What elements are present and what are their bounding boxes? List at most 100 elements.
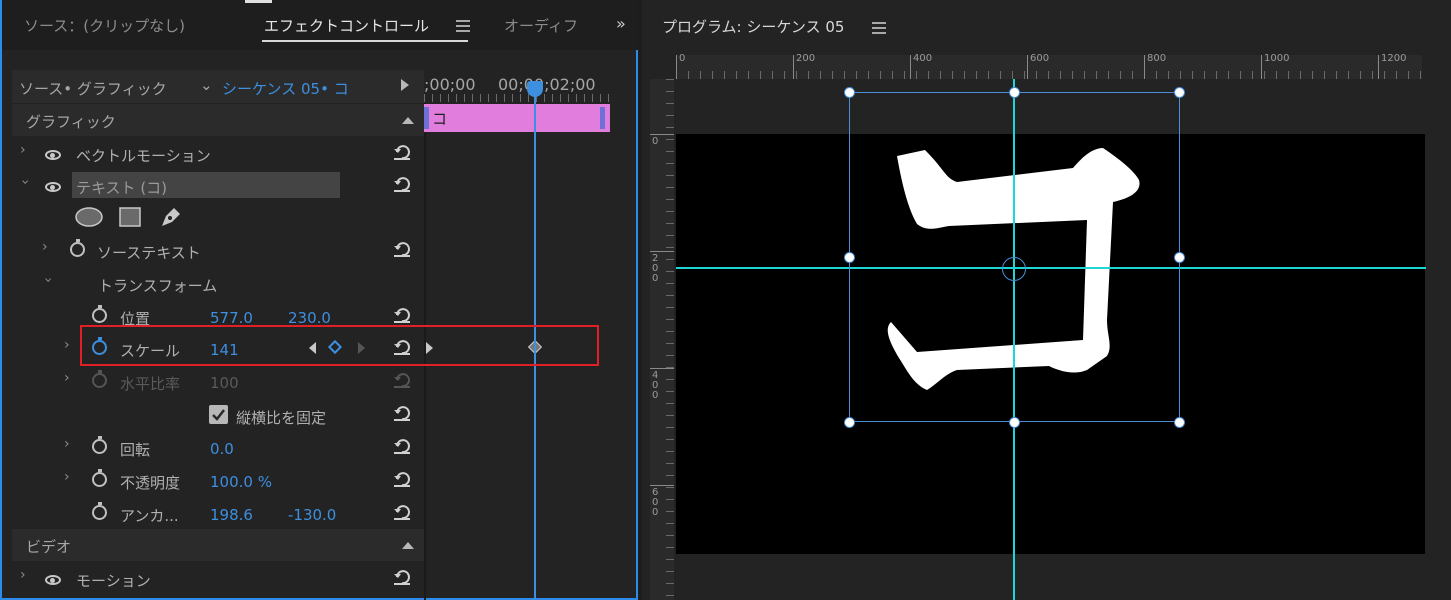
expand-chevron-icon[interactable]: › xyxy=(64,370,70,386)
panel-menu-icon[interactable] xyxy=(872,22,886,34)
section-video[interactable]: ビデオ xyxy=(12,529,424,561)
program-monitor-title[interactable]: プログラム: シーケンス 05 xyxy=(662,16,844,37)
anchor-x-value[interactable]: 198.6 xyxy=(210,506,253,524)
h-scale-value: 100 xyxy=(210,374,239,392)
resize-handle-bl[interactable] xyxy=(844,417,855,428)
chevron-down-icon[interactable]: ⌄ xyxy=(200,76,213,94)
reset-icon[interactable] xyxy=(392,305,412,325)
expand-chevron-icon[interactable]: › xyxy=(20,142,26,158)
expand-chevron-icon[interactable]: › xyxy=(64,337,70,353)
reset-icon xyxy=(394,373,410,388)
anchor-y-value[interactable]: -130.0 xyxy=(288,506,336,524)
reset-icon[interactable] xyxy=(392,469,412,489)
layer-name: テキスト (コ) xyxy=(76,179,168,197)
property-group-label: トランスフォーム xyxy=(98,277,218,295)
tab-audio[interactable]: オーディフ xyxy=(504,15,578,36)
rectangle-icon[interactable] xyxy=(118,206,142,228)
playhead-handle[interactable] xyxy=(527,81,543,97)
resize-handle-t[interactable] xyxy=(1009,87,1020,98)
clip-out-handle[interactable] xyxy=(600,107,605,129)
layer-row-text: › テキスト (コ) xyxy=(12,169,424,201)
stopwatch-icon xyxy=(92,370,107,388)
reset-icon[interactable] xyxy=(392,239,412,259)
eye-icon[interactable] xyxy=(45,182,61,192)
expand-chevron-icon[interactable]: › xyxy=(64,469,70,485)
collapse-caret-icon[interactable] xyxy=(402,117,414,124)
graphic-clip-bar[interactable]: コ xyxy=(424,104,610,132)
property-row-opacity: › 不透明度 100.0 % xyxy=(12,464,424,496)
expand-chevron-icon[interactable]: › xyxy=(20,567,26,583)
stopwatch-icon[interactable] xyxy=(92,436,107,454)
timeline-ticks xyxy=(424,94,612,102)
reset-icon[interactable] xyxy=(392,174,412,194)
expanded-chevron-icon[interactable]: › xyxy=(40,277,56,283)
ruler-label: 400 xyxy=(913,53,933,64)
resize-handle-l[interactable] xyxy=(844,252,855,263)
checkbox-uniform-scale[interactable] xyxy=(209,405,228,424)
active-tab-indicator xyxy=(262,40,468,42)
property-row-source-text: › ソーステキスト xyxy=(12,234,424,266)
layer-row-motion: › モーション xyxy=(12,562,424,594)
tabs-overflow-icon[interactable]: » xyxy=(616,14,626,33)
ruler-ticks xyxy=(666,79,674,600)
scale-highlight-box xyxy=(80,325,599,366)
expand-chevron-icon[interactable]: › xyxy=(64,436,70,452)
horizontal-ruler: 0 200 400 600 800 1000 1200 xyxy=(676,53,1422,79)
anchor-point-icon[interactable] xyxy=(1002,257,1026,281)
mini-timeline-ruler[interactable]: ;00;00 00;00;02;00 xyxy=(424,70,612,103)
property-label: アンカ... xyxy=(120,507,179,525)
collapse-caret-icon[interactable] xyxy=(402,542,414,549)
vertical-ruler: 0 200 400 600 xyxy=(650,79,674,600)
reset-icon[interactable] xyxy=(392,567,412,587)
pen-icon[interactable] xyxy=(158,204,184,230)
expand-chevron-icon[interactable]: › xyxy=(42,239,48,255)
timecode-start: ;00;00 xyxy=(424,75,476,94)
tab-effect-controls[interactable]: エフェクトコントロール xyxy=(264,15,429,36)
property-row-rotation: › 回転 0.0 xyxy=(12,431,424,463)
property-row-uniform: 縦横比を固定 xyxy=(12,398,424,430)
checkbox-label: 縦横比を固定 xyxy=(236,409,327,427)
tab-source[interactable]: ソース：(クリップなし) xyxy=(24,15,185,36)
clip-in-handle[interactable] xyxy=(424,107,429,129)
ruler-label: 800 xyxy=(1147,53,1167,64)
resize-handle-tl[interactable] xyxy=(844,87,855,98)
reset-icon[interactable] xyxy=(392,502,412,522)
expanded-chevron-icon[interactable]: › xyxy=(17,179,33,185)
timecode-marker: 00;00;02;00 xyxy=(498,75,596,94)
clip-label: コ xyxy=(432,110,448,128)
stopwatch-icon[interactable] xyxy=(92,305,107,323)
sequence-clip-link[interactable]: シーケンス 05• コ xyxy=(222,78,349,99)
reset-icon[interactable] xyxy=(392,436,412,456)
reset-icon[interactable] xyxy=(392,142,412,162)
reset-icon[interactable] xyxy=(392,403,412,423)
stopwatch-icon[interactable] xyxy=(92,502,107,520)
effect-controls-header: ソース• グラフィック ⌄ シーケンス 05• コ xyxy=(12,70,424,103)
resize-handle-br[interactable] xyxy=(1174,417,1185,428)
rotation-value[interactable]: 0.0 xyxy=(210,440,234,458)
ruler-label: 0 xyxy=(652,136,659,147)
stopwatch-icon[interactable] xyxy=(92,469,107,487)
ruler-label: 600 xyxy=(1030,53,1050,64)
property-label: 不透明度 xyxy=(120,474,181,492)
ellipse-icon[interactable] xyxy=(74,206,104,228)
eye-icon[interactable] xyxy=(45,150,61,160)
eye-icon[interactable] xyxy=(45,575,61,585)
property-row-h-scale: › 水平比率 100 xyxy=(12,365,424,397)
source-clip-label: ソース• グラフィック xyxy=(19,80,167,98)
panel-tab-bar: ソース：(クリップなし) エフェクトコントロール オーディフ » xyxy=(2,0,638,50)
top-indicator xyxy=(245,0,272,3)
shape-tools-row xyxy=(12,201,424,233)
resize-handle-r[interactable] xyxy=(1174,252,1185,263)
play-icon[interactable] xyxy=(401,79,409,91)
resize-handle-tr[interactable] xyxy=(1174,87,1185,98)
stopwatch-icon[interactable] xyxy=(70,239,85,257)
program-monitor-panel: プログラム: シーケンス 05 0 200 400 600 800 1000 1… xyxy=(642,0,1451,600)
ruler-label: 1200 xyxy=(1381,53,1407,64)
property-row-transform: › トランスフォーム xyxy=(12,267,424,299)
section-graphic[interactable]: グラフィック xyxy=(12,104,424,136)
section-graphic-label: グラフィック xyxy=(26,113,116,131)
resize-handle-b[interactable] xyxy=(1009,417,1020,428)
opacity-value[interactable]: 100.0 % xyxy=(210,473,272,491)
property-label: ソーステキスト xyxy=(97,244,201,262)
panel-menu-icon[interactable] xyxy=(456,20,470,32)
